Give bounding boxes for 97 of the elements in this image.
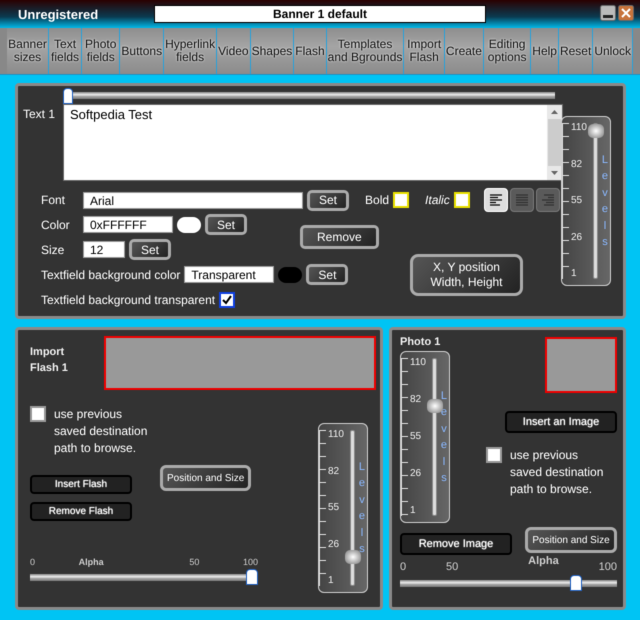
- align-right-icon: [540, 193, 556, 207]
- background-color-label: Textfield background color: [41, 268, 180, 282]
- banner-name-field[interactable]: Banner 1 default: [154, 5, 486, 23]
- tick-label: 26: [571, 232, 584, 242]
- position-size-button[interactable]: Position and Size: [160, 465, 252, 491]
- menu-tab[interactable]: Unlock: [593, 28, 634, 74]
- color-label: Color: [41, 218, 71, 232]
- tick-label: 50: [189, 557, 200, 567]
- background-transparent-label: Textfield background transparent: [41, 292, 216, 306]
- insert-image-button[interactable]: Insert an Image: [505, 411, 617, 433]
- size-field[interactable]: 12: [83, 241, 125, 258]
- close-icon[interactable]: [618, 5, 634, 21]
- menu-tab[interactable]: Editing options: [484, 28, 532, 74]
- panel-title: Import Flash 1: [30, 345, 69, 376]
- align-justify-icon: [514, 193, 530, 207]
- tick-label: 55: [328, 503, 340, 513]
- italic-checkbox[interactable]: [454, 192, 470, 208]
- use-previous-label: use previous saved destination path to browse.: [510, 447, 604, 498]
- slider-thumb[interactable]: [570, 575, 582, 591]
- minimize-icon[interactable]: [600, 5, 616, 21]
- position-size-button[interactable]: X, Y position Width, Height: [410, 254, 523, 296]
- tick-label: 1: [571, 269, 578, 279]
- levels-slider[interactable]: 110 82 55 26 1 Levels: [400, 351, 450, 523]
- menu-tab[interactable]: Banner sizes: [7, 28, 50, 74]
- window-title: Unregistered: [18, 6, 100, 22]
- tick-label: 110: [328, 430, 345, 440]
- tick-label: 110: [571, 123, 588, 133]
- levels-label: Levels: [602, 152, 608, 250]
- slider-thumb[interactable]: [588, 124, 604, 138]
- set-button[interactable]: Set: [307, 190, 350, 210]
- position-size-button[interactable]: Position and Size: [525, 527, 617, 553]
- menu-tab[interactable]: Buttons: [120, 28, 164, 74]
- tick-label: 55: [410, 432, 422, 442]
- tick-label: 26: [410, 469, 422, 479]
- font-label: Font: [41, 193, 66, 207]
- menu-tab[interactable]: Reset: [558, 28, 594, 74]
- levels-slider[interactable]: 110 82 55 26 1 Levels: [318, 423, 368, 593]
- tick-label: 82: [328, 466, 340, 476]
- use-previous-checkbox[interactable]: [486, 447, 502, 463]
- use-previous-label: use previous saved destination path to browse.: [54, 406, 148, 457]
- slider-thumb[interactable]: [344, 550, 361, 564]
- italic-label: Italic: [425, 193, 450, 207]
- align-left-icon: [488, 193, 504, 207]
- text-content: Softpedia Test: [69, 106, 154, 124]
- set-button[interactable]: Set: [129, 239, 172, 260]
- background-color-field[interactable]: Transparent: [184, 266, 274, 283]
- position-slider[interactable]: [63, 88, 555, 103]
- tick-label: 0: [30, 557, 36, 567]
- set-button[interactable]: Set: [306, 264, 348, 285]
- panel-title: Photo 1: [400, 336, 442, 348]
- text-label: Text 1: [23, 106, 56, 123]
- align-left-button[interactable]: [484, 188, 508, 212]
- align-right-button[interactable]: [536, 188, 560, 212]
- tick-label: 26: [328, 540, 340, 550]
- menu-tab[interactable]: Text fields: [49, 28, 82, 74]
- menu-tab[interactable]: Photo fields: [82, 28, 120, 74]
- size-label: Size: [41, 242, 66, 256]
- scrollbar-icon[interactable]: [547, 105, 562, 180]
- alpha-label: Alpha: [78, 557, 104, 567]
- menu-tab[interactable]: Flash: [294, 28, 327, 74]
- menu-tab[interactable]: Import Flash: [404, 28, 445, 74]
- menu-tab[interactable]: Help: [531, 28, 559, 74]
- tick-label: 50: [446, 561, 458, 573]
- color-field[interactable]: 0xFFFFFF: [83, 216, 173, 233]
- remove-image-button[interactable]: Remove Image: [400, 533, 512, 555]
- menu-tab[interactable]: Templates and Bgrounds: [326, 28, 404, 74]
- tick-label: 82: [410, 395, 422, 405]
- background-transparent-checkbox[interactable]: [219, 292, 236, 308]
- levels-label: Levels: [358, 460, 365, 557]
- bold-checkbox[interactable]: [393, 192, 410, 208]
- tick-label: 55: [571, 196, 584, 206]
- alpha-label: Alpha: [528, 555, 559, 569]
- menu-tab[interactable]: Create: [444, 28, 484, 74]
- image-preview: [545, 337, 617, 393]
- tick-label: 100: [598, 561, 617, 573]
- bold-label: Bold: [365, 193, 390, 207]
- slider-thumb[interactable]: [246, 569, 258, 585]
- tick-label: 100: [242, 557, 258, 567]
- tick-label: 1: [328, 576, 335, 586]
- menu-tab[interactable]: Hyperlink fields: [164, 28, 218, 74]
- insert-flash-button[interactable]: Insert Flash: [30, 475, 132, 494]
- levels-label: Levels: [440, 388, 447, 486]
- font-field[interactable]: Arial: [83, 192, 303, 208]
- tick-label: 1: [410, 506, 417, 516]
- set-button[interactable]: Set: [205, 214, 248, 235]
- tick-label: 82: [571, 160, 584, 170]
- slider-thumb[interactable]: [426, 398, 443, 413]
- text-area[interactable]: Softpedia Test: [63, 104, 563, 181]
- tick-label: 0: [400, 561, 406, 573]
- tick-label: 110: [410, 358, 427, 368]
- remove-flash-button[interactable]: Remove Flash: [30, 502, 132, 521]
- remove-button[interactable]: Remove: [300, 225, 379, 249]
- menu-tab[interactable]: Video: [217, 28, 251, 74]
- slider-thumb[interactable]: [63, 88, 73, 104]
- levels-slider[interactable]: 110 82 55 26 1 Levels: [561, 116, 611, 286]
- menu-tab[interactable]: Shapes: [250, 28, 294, 74]
- use-previous-checkbox[interactable]: [30, 406, 46, 422]
